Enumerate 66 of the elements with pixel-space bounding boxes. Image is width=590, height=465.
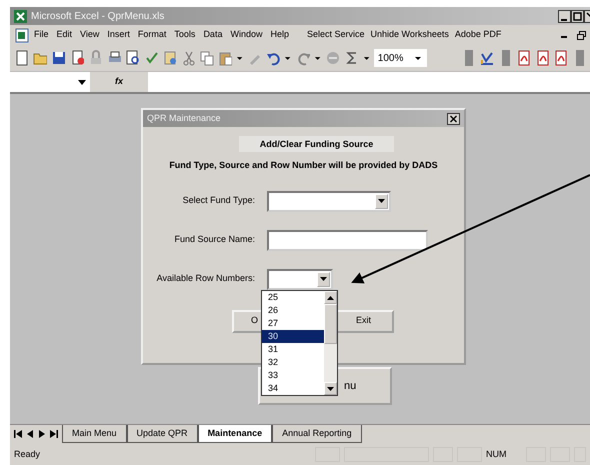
menu-item[interactable]: View xyxy=(80,28,100,42)
scissors-icon[interactable] xyxy=(180,50,196,66)
list-option[interactable]: 34 xyxy=(262,382,324,395)
print-preview-icon[interactable] xyxy=(125,50,140,66)
previous-sheet-icon[interactable] xyxy=(26,430,34,438)
save-icon[interactable] xyxy=(51,50,66,66)
last-sheet-icon[interactable] xyxy=(50,430,58,438)
pdf-icon[interactable] xyxy=(553,50,568,66)
new-document-icon[interactable] xyxy=(14,50,29,66)
restore-icon[interactable] xyxy=(577,30,586,40)
sheet-tab[interactable]: Annual Reporting xyxy=(272,425,362,443)
scroll-up-icon[interactable] xyxy=(324,291,337,304)
dropdown-field[interactable] xyxy=(267,268,333,290)
dropdown-button[interactable] xyxy=(375,194,388,208)
caret-icon[interactable] xyxy=(378,199,385,203)
drawing-icon[interactable] xyxy=(479,50,494,66)
copy-icon[interactable] xyxy=(199,50,214,66)
scroll-down-icon[interactable] xyxy=(324,382,337,395)
sheet-tab[interactable]: Maintenance xyxy=(198,425,272,443)
dropdown-field[interactable] xyxy=(267,190,391,212)
custom-menu-item[interactable]: Adobe PDF xyxy=(454,28,502,42)
caret-icon[interactable] xyxy=(320,277,327,281)
field-label: Select Fund Type: xyxy=(182,194,255,208)
dialog-heading: Add/Clear Funding Source xyxy=(239,136,394,152)
dropdown-button[interactable] xyxy=(317,272,330,286)
num-lock-indicator: NUM xyxy=(486,448,508,461)
excel-icon xyxy=(14,10,27,22)
pdf-icon[interactable] xyxy=(534,50,550,66)
first-sheet-icon[interactable] xyxy=(14,430,22,438)
workbook-icon[interactable] xyxy=(14,28,30,42)
scrollbar[interactable] xyxy=(324,291,337,395)
list-option[interactable]: 33 xyxy=(262,369,324,382)
window-title: Microsoft Excel - QprMenu.xls xyxy=(31,10,164,24)
sheet-tab[interactable]: Main Menu xyxy=(62,425,127,443)
dialog-title: QPR Maintenance xyxy=(147,112,221,125)
zoom-box[interactable]: 100% xyxy=(374,49,428,67)
menu-item[interactable]: File xyxy=(34,28,49,42)
next-sheet-icon[interactable] xyxy=(38,430,46,438)
custom-menu-item[interactable]: Unhide Worksheets xyxy=(370,28,449,42)
list-option[interactable]: 25 xyxy=(262,291,324,304)
menu-item[interactable]: Insert xyxy=(107,28,130,42)
list-option[interactable]: 31 xyxy=(262,343,324,356)
menu-item[interactable]: Format xyxy=(138,28,166,42)
list-option[interactable]: 26 xyxy=(262,304,324,317)
text-field[interactable] xyxy=(267,230,428,250)
minimize-icon[interactable] xyxy=(558,10,571,22)
menu-item[interactable]: Edit xyxy=(56,28,72,42)
list-option[interactable]: 30 xyxy=(262,330,324,343)
field-label: Available Row Numbers: xyxy=(156,272,255,286)
menu-item[interactable]: Tools xyxy=(174,28,196,42)
menu-item[interactable]: Data xyxy=(203,28,222,42)
sum-icon[interactable] xyxy=(344,50,359,66)
function-label[interactable]: fx xyxy=(114,75,123,89)
dialog-note: Fund Type, Source and Row Number will be provided by DADS xyxy=(168,159,439,172)
custom-menu-item[interactable]: Select Service xyxy=(306,28,365,42)
sheet-tab[interactable]: Update QPR xyxy=(126,425,198,443)
pdf-icon[interactable] xyxy=(516,50,531,66)
menu-item[interactable]: Window xyxy=(230,28,262,42)
scroll-thumb[interactable] xyxy=(324,304,337,344)
list-option[interactable]: 32 xyxy=(262,356,324,369)
status-text: Ready xyxy=(14,448,40,461)
field-label: Fund Source Name: xyxy=(173,233,255,246)
menu-item[interactable]: Help xyxy=(270,28,289,42)
close-button[interactable] xyxy=(447,112,460,124)
list-option[interactable]: 27 xyxy=(262,317,324,330)
caret-icon[interactable] xyxy=(78,80,86,84)
